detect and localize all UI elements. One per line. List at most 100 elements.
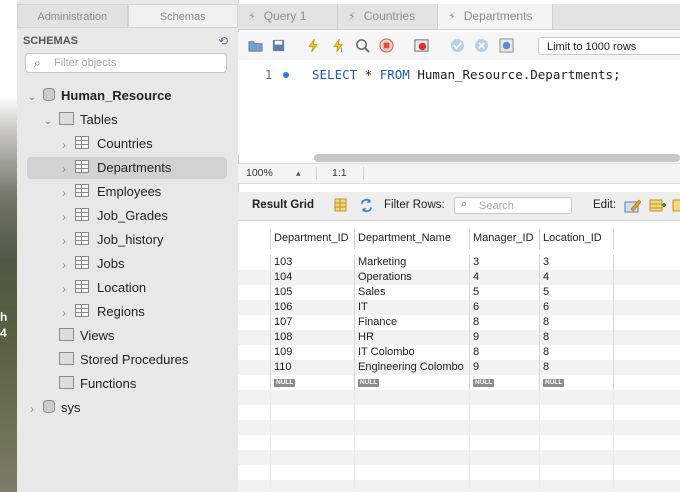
grid-cell[interactable]: 106	[270, 300, 354, 315]
grid-cell[interactable]: 107	[270, 315, 354, 330]
grid-cell[interactable]: 8	[539, 315, 613, 330]
grid-cell[interactable]: 6	[539, 300, 613, 315]
table-row[interactable]: 109 IT Colombo 8 8	[238, 345, 680, 360]
grid-cell[interactable]: Sales	[354, 285, 469, 300]
add-row-icon[interactable]	[649, 198, 666, 213]
grid-cell[interactable]: IT	[354, 300, 469, 315]
zoom-level[interactable]: 100%	[246, 164, 273, 183]
schema-node-human-resource[interactable]: ⌄ Human_Resource	[27, 85, 172, 107]
execute-icon[interactable]	[306, 38, 321, 53]
grid-cell[interactable]: 109	[270, 345, 354, 360]
grid-cell[interactable]: 103	[270, 255, 354, 270]
rollback-icon[interactable]	[474, 38, 489, 53]
grid-cell[interactable]: 3	[539, 255, 613, 270]
views-node[interactable]: Views	[43, 325, 114, 347]
grid-cell[interactable]: 8	[469, 315, 539, 330]
grid-cell[interactable]: Marketing	[354, 255, 469, 270]
result-grid[interactable]: Department_ID Department_Name Manager_ID…	[238, 221, 680, 492]
grid-cell[interactable]: Engineering Colombo	[354, 360, 469, 375]
refresh-icon[interactable]: ⟲	[218, 34, 228, 48]
table-node-departments[interactable]: › Departments	[27, 157, 227, 179]
grid-cell[interactable]: 8	[539, 330, 613, 345]
grid-cell[interactable]: Operations	[354, 270, 469, 285]
table-row[interactable]: 103 Marketing 3 3	[238, 255, 680, 270]
filter-rows-search[interactable]: ⌕	[454, 197, 572, 214]
open-folder-icon[interactable]	[248, 38, 263, 53]
grid-cell[interactable]: 110	[270, 360, 354, 375]
chevron-right-icon[interactable]: ›	[59, 279, 69, 301]
chevron-right-icon[interactable]: ›	[59, 255, 69, 277]
grid-cell[interactable]: 4	[469, 270, 539, 285]
limit-rows-select[interactable]: Limit to 1000 rows	[538, 37, 680, 55]
table-row[interactable]: 106 IT 6 6	[238, 300, 680, 315]
chevron-right-icon[interactable]: ›	[59, 207, 69, 229]
column-header[interactable]: Department_ID	[270, 229, 354, 249]
chevron-down-icon[interactable]: ⌄	[43, 111, 53, 133]
grid-cell-null[interactable]: NULL	[270, 375, 354, 390]
tab-departments[interactable]: ⚡ Departments	[438, 4, 553, 29]
chevron-right-icon[interactable]: ›	[59, 231, 69, 253]
sql-editor[interactable]: 1 SELECT * FROM Human_Resource.Departmen…	[238, 60, 680, 154]
grid-cell[interactable]: 108	[270, 330, 354, 345]
table-node-job-grades[interactable]: › Job_Grades	[59, 205, 168, 227]
grid-cell-null[interactable]: NULL	[354, 375, 469, 390]
chevron-right-icon[interactable]: ›	[59, 303, 69, 325]
tab-query-1[interactable]: ⚡ Query 1	[238, 4, 338, 29]
chevron-right-icon[interactable]: ›	[27, 399, 37, 421]
commit-icon[interactable]	[450, 38, 465, 53]
functions-node[interactable]: Functions	[43, 373, 136, 395]
tab-countries[interactable]: ⚡ Countries	[338, 4, 438, 29]
save-icon[interactable]	[271, 38, 286, 53]
filter-rows-input[interactable]	[477, 199, 571, 213]
table-row[interactable]: 108 HR 9 8	[238, 330, 680, 345]
grid-cell-null[interactable]: NULL	[539, 375, 613, 390]
chevron-down-icon[interactable]: ⌄	[27, 87, 37, 109]
table-node-countries[interactable]: › Countries	[59, 133, 153, 155]
grid-cell[interactable]: 8	[539, 345, 613, 360]
column-header[interactable]: Manager_ID	[469, 229, 539, 249]
filter-objects-box[interactable]: ⌕	[25, 53, 227, 73]
grid-cell[interactable]: 105	[270, 285, 354, 300]
column-header[interactable]: Department_Name	[354, 229, 469, 249]
table-row[interactable]: 110 Engineering Colombo 9 8	[238, 360, 680, 375]
tab-schemas[interactable]: Schemas	[127, 4, 238, 28]
grid-cell[interactable]: 8	[469, 345, 539, 360]
tables-folder-node[interactable]: ⌄ Tables	[43, 109, 118, 131]
table-node-regions[interactable]: › Regions	[59, 301, 145, 323]
grid-cell[interactable]: 8	[539, 360, 613, 375]
grid-cell[interactable]: 9	[469, 360, 539, 375]
grid-cell[interactable]: 4	[539, 270, 613, 285]
schema-node-sys[interactable]: › sys	[27, 397, 81, 419]
grid-cell[interactable]: 5	[539, 285, 613, 300]
refresh-icon[interactable]	[359, 198, 374, 213]
tab-administration[interactable]: Administration	[17, 4, 128, 28]
explain-icon[interactable]	[355, 38, 370, 53]
column-header[interactable]: Location_ID	[539, 229, 613, 249]
table-row[interactable]: 107 Finance 8 8	[238, 315, 680, 330]
table-row[interactable]: 105 Sales 5 5	[238, 285, 680, 300]
table-node-jobs[interactable]: › Jobs	[59, 253, 124, 275]
autocommit-icon[interactable]	[499, 38, 514, 53]
stop-icon[interactable]	[379, 38, 394, 53]
table-node-employees[interactable]: › Employees	[59, 181, 161, 203]
sql-statement[interactable]: SELECT * FROM Human_Resource.Departments…	[312, 67, 621, 82]
grid-cell-null[interactable]: NULL	[469, 375, 539, 390]
chevron-right-icon[interactable]: ›	[59, 159, 69, 181]
chevron-right-icon[interactable]: ›	[59, 183, 69, 205]
grid-cell[interactable]: IT Colombo	[354, 345, 469, 360]
delete-row-icon[interactable]	[672, 198, 680, 213]
grid-cell[interactable]: Finance	[354, 315, 469, 330]
grid-cell[interactable]: 5	[469, 285, 539, 300]
table-node-location[interactable]: › Location	[59, 277, 146, 299]
editor-horizontal-scrollbar[interactable]	[314, 154, 680, 162]
stored-procedures-node[interactable]: Stored Procedures	[43, 349, 188, 371]
grid-cell[interactable]: 9	[469, 330, 539, 345]
grid-cell[interactable]: 6	[469, 300, 539, 315]
grid-cell[interactable]: 104	[270, 270, 354, 285]
grid-cell[interactable]: 3	[469, 255, 539, 270]
table-node-job-history[interactable]: › Job_history	[59, 229, 163, 251]
execute-current-icon[interactable]: I	[331, 38, 346, 53]
toggle-output-icon[interactable]	[414, 38, 429, 53]
grid-layout-icon[interactable]	[334, 198, 347, 212]
new-row[interactable]: NULL NULL NULL NULL	[238, 375, 680, 390]
